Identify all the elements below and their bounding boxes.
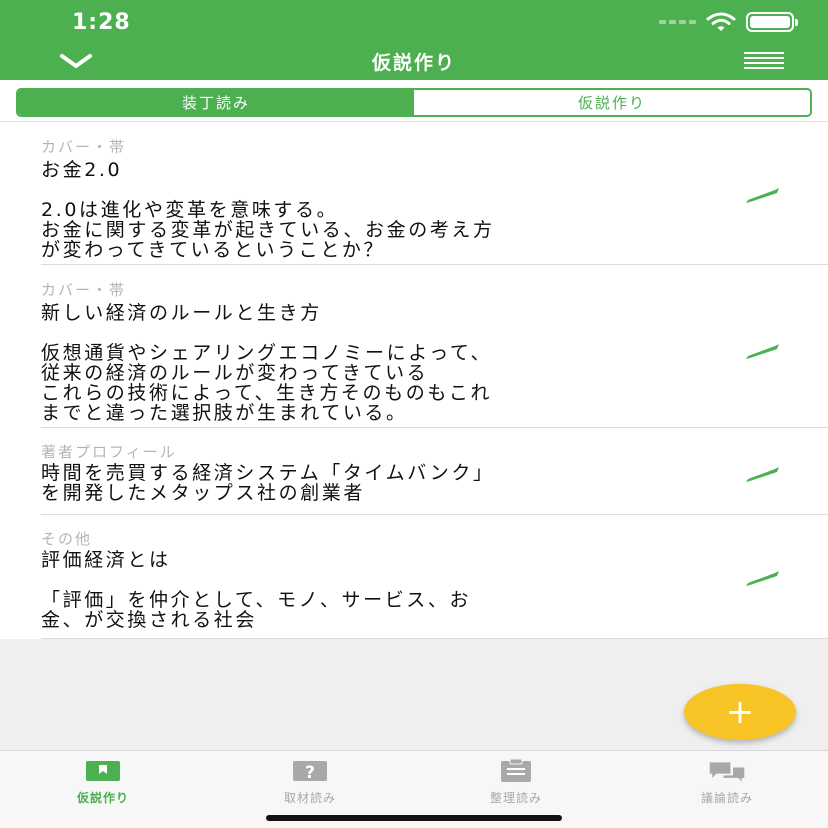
segment-bar: 装丁読み 仮説作り: [0, 80, 828, 122]
tab-seiri-yomi[interactable]: 整理読み: [461, 759, 571, 806]
pencil-icon: [746, 571, 779, 586]
signal-icon: [659, 20, 696, 24]
flag-icon: [84, 759, 122, 783]
add-button[interactable]: +: [684, 684, 796, 740]
segmented-control: 装丁読み 仮説作り: [16, 88, 812, 117]
pencil-icon: [746, 188, 779, 203]
tab-label: 議論読み: [700, 791, 753, 805]
home-indicator: [266, 815, 562, 821]
menu-button[interactable]: [744, 52, 784, 72]
card-body: お金2.0 2.0は進化や変革を意味する。 お金に関する変革が起きている、お金の…: [41, 159, 495, 261]
card-body: 時間を売買する経済システム「タイムバンク」 を開発したメタップス社の創業者: [41, 462, 495, 504]
edit-button[interactable]: [745, 184, 783, 204]
card-list: カバー・帯 お金2.0 2.0は進化や変革を意味する。 お金に関する変革が起きて…: [0, 122, 828, 639]
segment-soutei-yomi[interactable]: 装丁読み: [18, 90, 414, 115]
tab-shuzai-yomi[interactable]: ? 取材読み: [255, 759, 365, 806]
segment-kasetsu-tsukuri[interactable]: 仮説作り: [414, 90, 810, 115]
card-body: 新しい経済のルールと生き方 仮想通貨やシェアリングエコノミーによって、 従来の経…: [41, 302, 493, 424]
edit-button[interactable]: [745, 463, 783, 483]
tab-label: 整理読み: [489, 791, 542, 805]
list-item[interactable]: カバー・帯 お金2.0 2.0は進化や変革を意味する。 お金に関する変革が起きて…: [41, 122, 828, 265]
tab-kasetsu-tsukuri[interactable]: 仮説作り: [48, 759, 158, 806]
plus-icon: +: [725, 692, 755, 732]
pencil-icon: [746, 467, 779, 482]
wifi-icon: [706, 12, 736, 31]
tab-label: 取材読み: [283, 791, 336, 805]
battery-icon: [746, 12, 798, 32]
clipboard-icon: [497, 759, 535, 783]
list-item[interactable]: 著者プロフィール 時間を売買する経済システム「タイムバンク」 を開発したメタップ…: [41, 428, 828, 515]
question-icon: ?: [291, 759, 329, 783]
card-category: カバー・帯: [41, 138, 127, 156]
pencil-icon: [746, 344, 779, 359]
status-time: 1:28: [72, 10, 131, 35]
menu-icon: [744, 52, 784, 69]
card-category: カバー・帯: [41, 281, 127, 299]
edit-button[interactable]: [745, 340, 783, 360]
card-category: 著者プロフィール: [41, 443, 177, 461]
list-item[interactable]: その他 評価経済とは 「評価」を仲介として、モノ、サービス、お 金、が交換される…: [41, 515, 828, 639]
tab-giron-yomi[interactable]: 議論読み: [672, 759, 782, 806]
svg-text:?: ?: [305, 763, 315, 783]
tab-label: 仮説作り: [76, 791, 129, 805]
card-category: その他: [41, 530, 93, 548]
page-title: 仮説作り: [371, 52, 456, 74]
chat-bubbles-icon: [708, 759, 746, 783]
edit-button[interactable]: [745, 567, 783, 587]
card-body: 評価経済とは 「評価」を仲介として、モノ、サービス、お 金、が交換される社会: [41, 549, 472, 631]
list-item[interactable]: カバー・帯 新しい経済のルールと生き方 仮想通貨やシェアリングエコノミーによって…: [41, 265, 828, 428]
status-indicators: [659, 12, 798, 32]
